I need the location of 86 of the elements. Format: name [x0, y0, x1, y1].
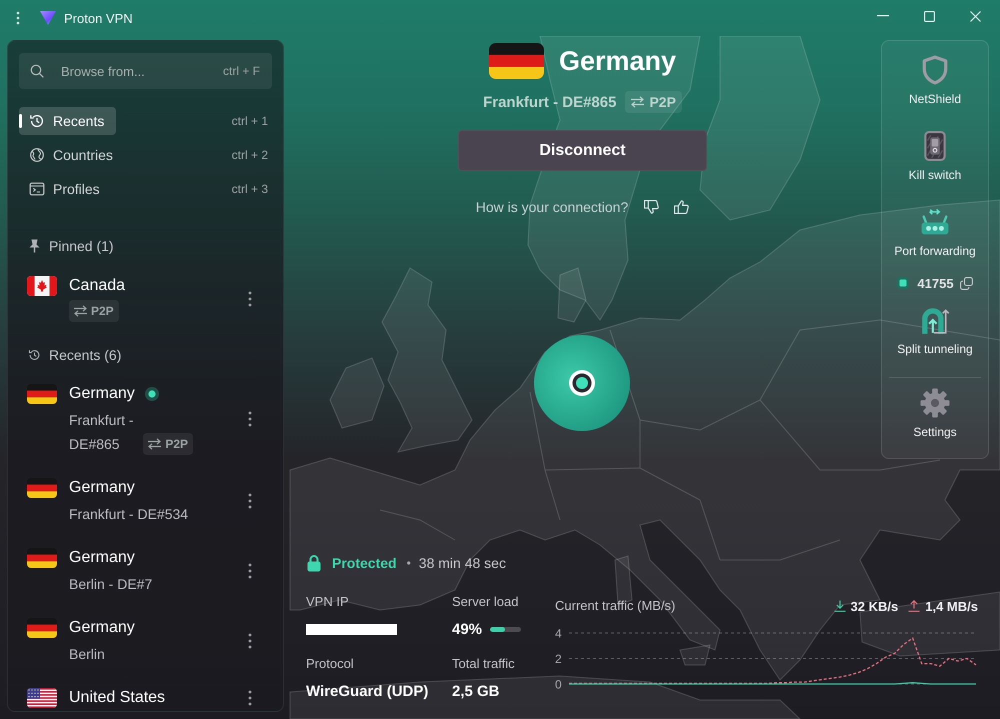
port-number: 41755 — [917, 276, 954, 290]
feature-button[interactable]: NetShield — [885, 45, 985, 121]
country-name[interactable]: Canada — [69, 274, 126, 298]
stat-label: Total traffic — [452, 655, 515, 673]
country-name[interactable]: Germany — [69, 546, 135, 570]
sidebar-tab[interactable]: Profiles — [19, 175, 112, 203]
country-name[interactable]: United States — [69, 686, 166, 710]
german-flag-icon — [27, 618, 57, 638]
country-name[interactable]: Germany — [69, 616, 135, 640]
stat-label: Protocol — [306, 655, 354, 673]
german-flag-icon — [27, 384, 57, 404]
transfer-rate: 32 KB/s — [850, 598, 898, 614]
server-name: Frankfurt - DE#865 — [483, 94, 616, 110]
thumbs-up-icon[interactable] — [674, 200, 690, 214]
window-title: Proton VPN — [64, 10, 133, 26]
country-name[interactable]: Germany — [69, 476, 135, 500]
swap-arrows-icon — [630, 96, 646, 108]
section-title: Recents (6) — [49, 347, 122, 363]
feature-button[interactable]: Kill switch — [885, 121, 985, 197]
more-icon[interactable] — [248, 563, 252, 579]
lock-icon — [306, 554, 322, 572]
stat-label: Server load — [452, 593, 518, 611]
more-icon[interactable] — [248, 290, 252, 306]
more-icon[interactable] — [16, 11, 20, 25]
split-arrows-icon — [920, 305, 950, 335]
canadian-flag-icon — [27, 276, 57, 296]
server-name: Berlin - DE#7 — [69, 575, 152, 594]
settings-icon — [920, 388, 950, 418]
logo-icon — [40, 11, 56, 25]
stat-value: WireGuard (UDP) — [306, 682, 428, 700]
search-icon — [30, 64, 44, 78]
status-square-icon — [897, 277, 910, 289]
feature-button[interactable]: Split tunneling — [885, 295, 985, 371]
pin-icon — [28, 239, 41, 253]
separator-dot: • — [406, 556, 411, 570]
server-name: Frankfurt - DE#534 — [69, 505, 188, 524]
country-name[interactable]: Germany — [69, 382, 135, 406]
shield-icon — [920, 55, 950, 85]
more-icon[interactable] — [248, 411, 252, 427]
p2p-label: P2P — [91, 304, 114, 318]
german-flag-icon — [27, 548, 57, 568]
maximize-icon[interactable] — [924, 10, 934, 22]
more-icon[interactable] — [248, 690, 252, 706]
shortcut-label: ctrl + 3 — [232, 181, 268, 197]
history-icon — [28, 348, 41, 362]
country-title: Germany — [558, 46, 676, 76]
server-name: Berlin — [69, 645, 105, 664]
history-icon — [29, 113, 45, 129]
shortcut-label: ctrl + F — [222, 63, 260, 79]
sidebar-tab[interactable]: Countries — [19, 141, 125, 169]
minimize-icon[interactable] — [877, 15, 889, 17]
shortcut-label: ctrl + 2 — [232, 147, 268, 163]
p2p-label: P2P — [649, 94, 676, 110]
us-flag-icon — [27, 688, 57, 708]
location-marker-icon — [534, 335, 630, 431]
swap-arrows-icon — [147, 438, 162, 450]
axis-tick-label: 4 — [555, 626, 562, 640]
stat-value: 49% — [452, 620, 482, 638]
feedback-prompt: How is your connection? — [476, 199, 628, 215]
swap-arrows-icon — [73, 305, 88, 317]
settings-button[interactable]: Settings — [885, 378, 985, 454]
axis-tick-label: 0 — [555, 678, 562, 692]
close-icon[interactable] — [970, 10, 980, 22]
p2p-label: P2P — [165, 437, 188, 451]
chart-title: Current traffic (MB/s) — [555, 597, 676, 615]
stat-label: VPN IP — [306, 593, 349, 611]
shortcut-label: ctrl + 1 — [232, 113, 268, 129]
copy-icon[interactable] — [960, 276, 973, 290]
section-title: Pinned (1) — [49, 238, 114, 254]
router-icon — [920, 207, 950, 237]
german-flag-icon — [27, 478, 57, 498]
stat-value: 2,5 GB — [452, 682, 500, 700]
more-icon[interactable] — [248, 633, 252, 649]
connection-status: Protected — [332, 555, 397, 571]
thumbs-down-icon[interactable] — [644, 200, 660, 214]
globe-icon — [29, 147, 45, 163]
more-icon[interactable] — [248, 493, 252, 509]
feature-button[interactable]: Port forwarding — [885, 197, 985, 273]
axis-tick-label: 2 — [555, 652, 562, 666]
german-flag-icon — [488, 43, 544, 79]
server-name: Frankfurt - DE#865 — [69, 411, 135, 454]
terminal-icon — [29, 181, 45, 197]
connection-duration: 38 min 48 sec — [418, 555, 506, 571]
disconnect-button[interactable]: Disconnect — [458, 130, 707, 171]
transfer-rate: 1,4 MB/s — [925, 598, 978, 614]
sidebar-tab[interactable]: Recents — [19, 107, 116, 135]
